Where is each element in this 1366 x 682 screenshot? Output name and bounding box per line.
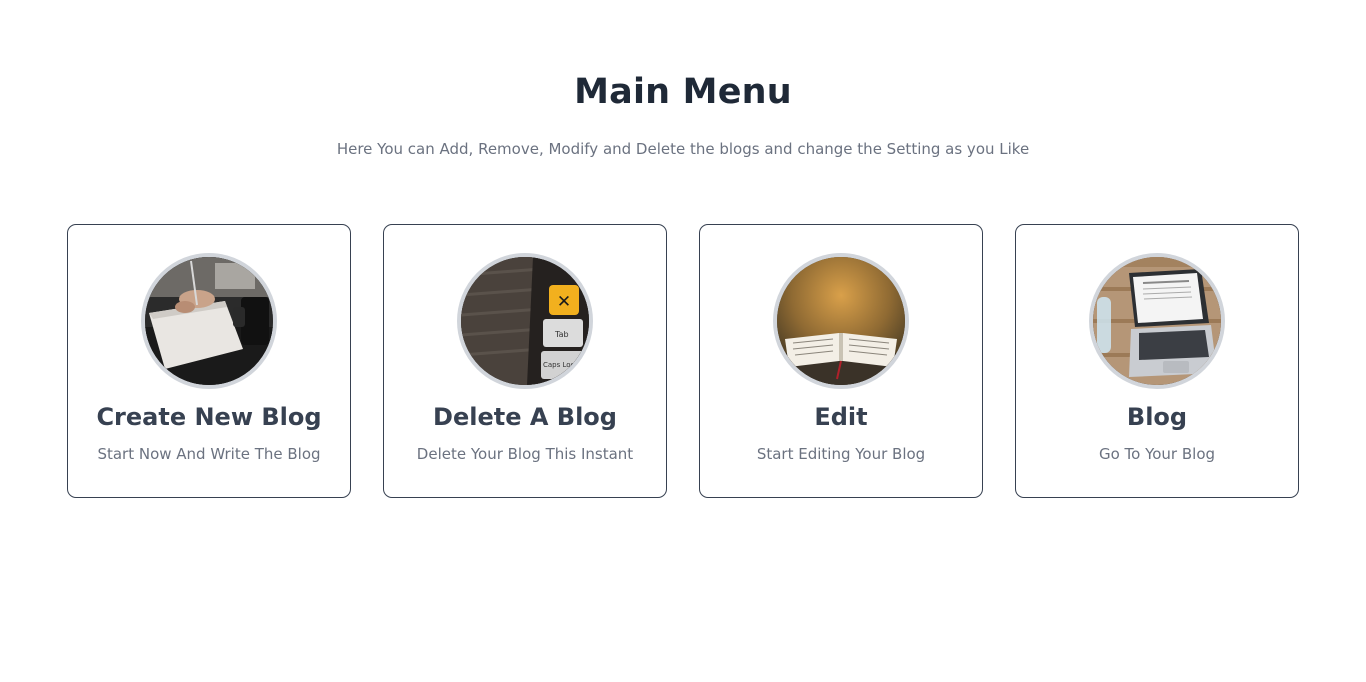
keyboard-delete-key-photo: ✕ Tab Caps Lock	[461, 257, 589, 385]
card-title: Blog	[1126, 403, 1188, 431]
menu-cards: Create New Blog Start Now And Write The …	[67, 224, 1299, 498]
main-menu-page: Main Menu Here You can Add, Remove, Modi…	[0, 0, 1366, 682]
tab-key-label: Tab	[554, 330, 569, 339]
create-new-blog-card[interactable]: Create New Blog Start Now And Write The …	[67, 224, 351, 498]
delete-blog-card[interactable]: ✕ Tab Caps Lock Delete A Blog Delete You…	[383, 224, 667, 498]
page-subtitle: Here You can Add, Remove, Modify and Del…	[336, 140, 1030, 158]
edit-blog-image	[773, 253, 909, 389]
card-title: Delete A Blog	[433, 403, 617, 431]
page-title: Main Menu	[574, 72, 792, 112]
caps-lock-key-label: Caps Lock	[543, 361, 579, 369]
open-book-photo	[777, 257, 905, 385]
card-description: Start Now And Write The Blog	[97, 445, 321, 463]
hand-writing-notebook-photo	[145, 257, 273, 385]
blog-card[interactable]: Blog Go To Your Blog	[1015, 224, 1299, 498]
blog-image	[1089, 253, 1225, 389]
card-description: Start Editing Your Blog	[756, 445, 926, 463]
card-title: Edit	[814, 403, 868, 431]
delete-blog-image: ✕ Tab Caps Lock	[457, 253, 593, 389]
create-blog-image	[141, 253, 277, 389]
card-description: Delete Your Blog This Instant	[416, 445, 634, 463]
card-description: Go To Your Blog	[1098, 445, 1216, 463]
card-title: Create New Blog	[96, 403, 322, 431]
svg-text:✕: ✕	[557, 292, 571, 312]
laptop-on-wooden-desk-photo	[1093, 257, 1221, 385]
edit-blog-card[interactable]: Edit Start Editing Your Blog	[699, 224, 983, 498]
